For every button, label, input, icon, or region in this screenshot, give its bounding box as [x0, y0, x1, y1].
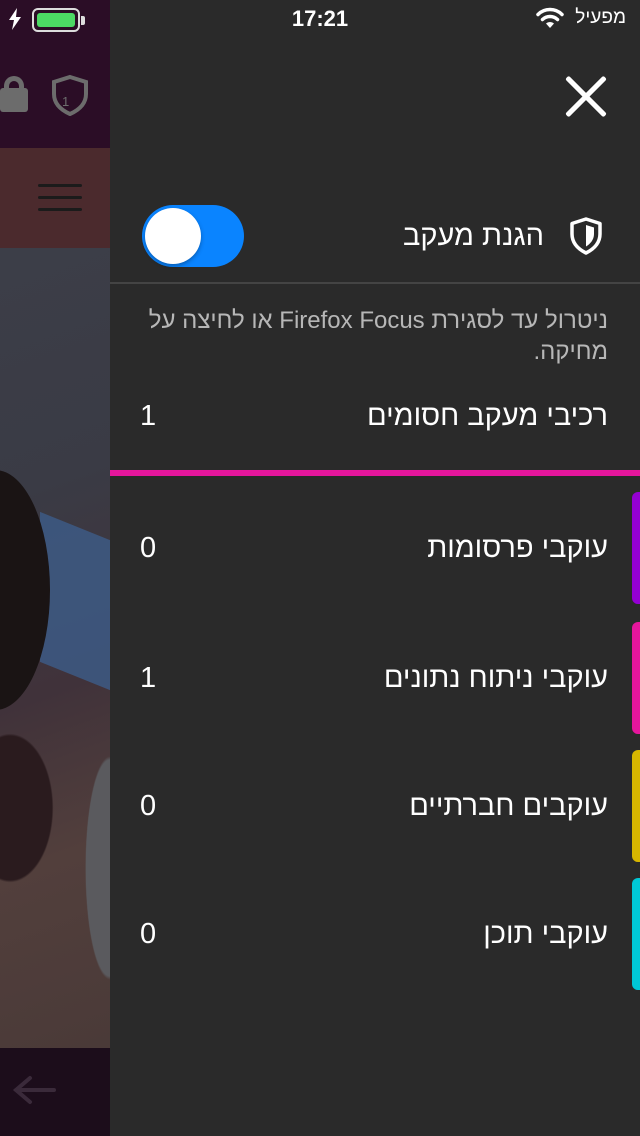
- status-bar: 17:21 מפעיל: [0, 0, 640, 40]
- category-count: 1: [140, 662, 157, 694]
- trackers-blocked-divider: [110, 470, 640, 476]
- trackers-blocked-label: רכיבי מעקב חסומים: [367, 400, 608, 432]
- carrier-name: מפעיל: [575, 7, 626, 28]
- tracking-protection-label: הגנת מעקב: [403, 220, 544, 252]
- category-content-trackers: עוקבי תוכן 0: [110, 878, 640, 990]
- close-icon[interactable]: [562, 74, 608, 120]
- hamburger-menu-icon[interactable]: [38, 184, 82, 220]
- category-count: 0: [140, 532, 157, 564]
- wifi-icon: [536, 7, 565, 28]
- back-arrow-icon[interactable]: [8, 1070, 58, 1110]
- background-browser-page: 1: [0, 0, 110, 1136]
- tracking-protection-description: ניטרול עד לסגירת Firefox Focus או לחיצה …: [148, 307, 608, 365]
- category-label: עוקבי ניתוח נתונים: [383, 662, 608, 694]
- tracking-protection-toggle[interactable]: [142, 205, 244, 267]
- category-count: 0: [140, 918, 157, 950]
- category-analytics-trackers: עוקבי ניתוח נתונים 1: [110, 622, 640, 734]
- trackers-blocked-count: 1: [140, 400, 157, 432]
- category-color-bar: [632, 750, 640, 862]
- tracking-protection-row: הגנת מעקב: [110, 200, 640, 284]
- category-color-bar: [632, 622, 640, 734]
- trackers-blocked-row: רכיבי מעקב חסומים 1: [110, 388, 640, 470]
- category-color-bar: [632, 492, 640, 604]
- category-label: עוקבי תוכן: [483, 918, 608, 950]
- category-social-trackers: עוקבים חברתיים 0: [110, 750, 640, 862]
- category-count: 0: [140, 790, 157, 822]
- lock-icon: [0, 76, 28, 114]
- category-label: עוקבים חברתיים: [409, 790, 608, 822]
- category-ad-trackers: עוקבי פרסומות 0: [110, 492, 640, 604]
- tracker-shield-icon: 1: [52, 74, 88, 116]
- shield-icon: [570, 217, 602, 255]
- category-label: עוקבי פרסומות: [427, 532, 608, 564]
- tracker-badge-count: 1: [62, 94, 69, 109]
- tracking-protection-panel: הגנת מעקב ניטרול עד לסגירת Firefox Focus…: [110, 0, 640, 1136]
- toggle-knob: [145, 208, 201, 264]
- category-color-bar: [632, 878, 640, 990]
